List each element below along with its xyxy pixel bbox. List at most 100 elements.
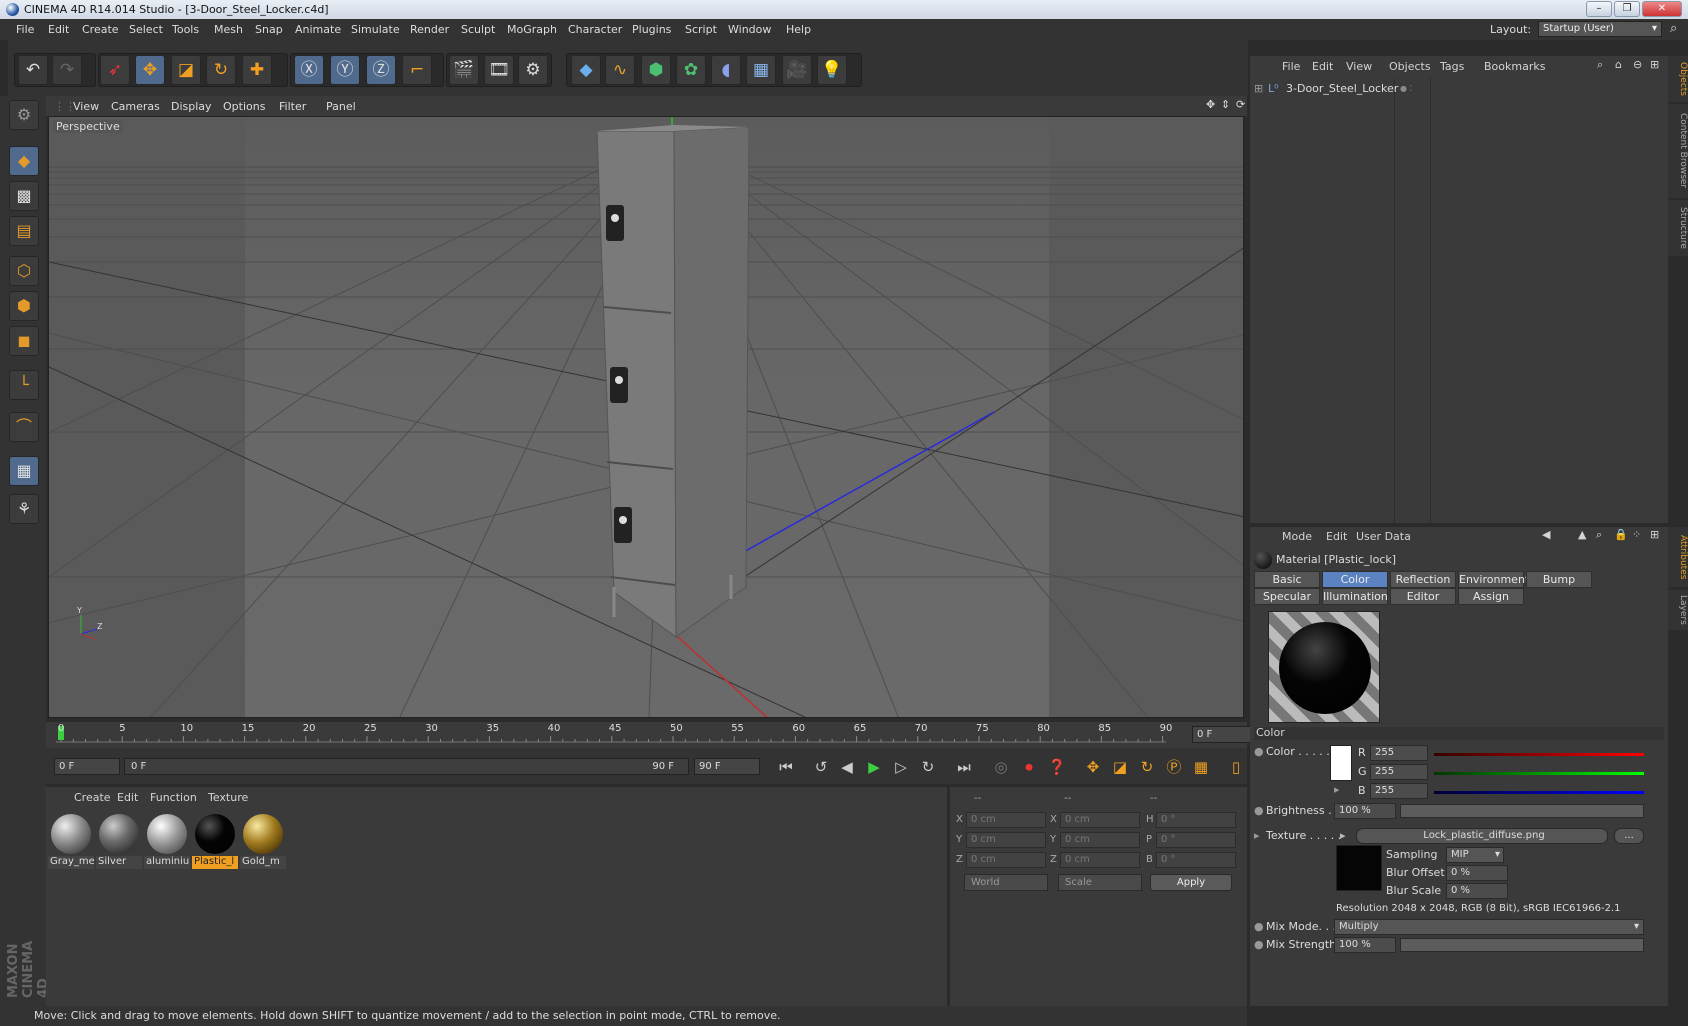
render-view-icon[interactable]: 🎬 xyxy=(449,55,479,85)
scale-tool-icon[interactable]: ◪ xyxy=(171,55,201,85)
light-icon[interactable]: 💡 xyxy=(817,55,847,85)
tab-environment[interactable]: Environment xyxy=(1458,571,1529,588)
menu-tools[interactable]: Tools xyxy=(172,23,199,36)
coord-field[interactable]: 0 cm xyxy=(1060,852,1140,868)
menu-snap[interactable]: Snap xyxy=(255,23,283,36)
coord-field[interactable]: 0 cm xyxy=(1060,812,1140,828)
menu-mesh[interactable]: Mesh xyxy=(214,23,243,36)
mix-mode-dropdown[interactable]: Multiply ▾ xyxy=(1334,919,1644,935)
coord-mode-dropdown[interactable]: Scale xyxy=(1058,874,1142,891)
attr-menu-user-data[interactable]: User Data xyxy=(1356,530,1411,543)
undo-icon[interactable]: ↶ xyxy=(18,55,48,85)
material-menu-edit[interactable]: Edit xyxy=(117,791,138,804)
workplane-icon[interactable]: ▤ xyxy=(9,216,39,246)
live-selection-icon[interactable]: ➶ xyxy=(100,55,130,85)
prev-key-icon[interactable]: ↺ xyxy=(808,755,834,779)
start-frame-field[interactable]: 0 F xyxy=(54,758,120,775)
tab-illumination[interactable]: Illumination xyxy=(1322,588,1388,605)
coord-space-dropdown[interactable]: World xyxy=(964,874,1048,891)
timeline-ruler[interactable]: 0 5 10 15 20 25 30 35 40 45 50 55 60 65 70 75 80 85 90 0 F xyxy=(46,722,1256,748)
menu-mograph[interactable]: MoGraph xyxy=(507,23,557,36)
viewport-menu-display[interactable]: Display xyxy=(171,100,212,113)
viewport-menu-cameras[interactable]: Cameras xyxy=(111,100,160,113)
mix-strength-slider[interactable] xyxy=(1400,938,1644,952)
tab-basic[interactable]: Basic xyxy=(1254,571,1320,588)
brightness-slider[interactable] xyxy=(1400,804,1644,818)
menu-create[interactable]: Create xyxy=(82,23,119,36)
coord-field[interactable]: 0 cm xyxy=(966,852,1046,868)
back-arrow-icon[interactable]: ◀ xyxy=(1542,528,1550,541)
menu-animate[interactable]: Animate xyxy=(295,23,341,36)
objects-menu-objects[interactable]: Objects xyxy=(1389,60,1431,73)
snap-icon[interactable]: ▦ xyxy=(9,456,39,486)
rotate-tool-icon[interactable]: ↻ xyxy=(206,55,236,85)
search-icon[interactable]: ⌕ xyxy=(1597,58,1603,72)
z-axis-lock-icon[interactable]: Ⓩ xyxy=(366,55,396,85)
3d-viewport[interactable]: Y Z Perspective xyxy=(48,116,1244,718)
autokey-icon[interactable]: ❓ xyxy=(1044,755,1070,779)
objects-menu-view[interactable]: View xyxy=(1346,60,1372,73)
key-pla-icon[interactable]: ▦ xyxy=(1188,755,1214,779)
keyframe-selection-icon[interactable]: ◎ xyxy=(988,755,1014,779)
array-icon[interactable]: ✿ xyxy=(676,55,706,85)
texture-browse-button[interactable]: ... xyxy=(1614,828,1644,844)
viewport-rotate-icon[interactable]: ⟳ xyxy=(1236,98,1245,111)
make-editable-icon[interactable]: ⚙ xyxy=(9,100,39,130)
timeline-layout-icon[interactable]: ▯ xyxy=(1223,755,1249,779)
objects-menu-bookmarks[interactable]: Bookmarks xyxy=(1484,60,1545,73)
prev-frame-icon[interactable]: ◀ xyxy=(834,755,860,779)
key-rotation-icon[interactable]: ↻ xyxy=(1134,755,1160,779)
material-swatch[interactable]: aluminiu xyxy=(144,812,190,870)
key-scale-icon[interactable]: ◪ xyxy=(1107,755,1133,779)
menu-character[interactable]: Character xyxy=(568,23,622,36)
side-tab-structure[interactable]: Structure xyxy=(1668,200,1688,256)
coord-field[interactable]: 0 cm xyxy=(1060,832,1140,848)
render-picture-viewer-icon[interactable]: 🎞 xyxy=(484,55,514,85)
menu-file[interactable]: File xyxy=(16,23,34,36)
render-settings-icon[interactable]: ⚙ xyxy=(518,55,548,85)
viewport-menu-options[interactable]: Options xyxy=(223,100,265,113)
collapse-icon[interactable]: ⊖ xyxy=(1633,58,1642,71)
viewport-menu-panel[interactable]: Panel xyxy=(326,100,356,113)
search-icon[interactable]: ⌕ xyxy=(1596,528,1602,542)
search-icon[interactable]: ⌕ xyxy=(1670,21,1677,36)
lock-workplane-icon[interactable]: ⚘ xyxy=(9,494,39,524)
range-slider[interactable]: 0 F 90 F xyxy=(124,758,689,775)
b-slider[interactable] xyxy=(1434,791,1644,794)
goto-start-icon[interactable]: ⏮ xyxy=(773,755,799,779)
expand-icon[interactable]: ⊞ xyxy=(1254,82,1263,95)
menu-plugins[interactable]: Plugins xyxy=(632,23,671,36)
material-swatch[interactable]: Gray_me xyxy=(48,812,94,870)
blur-scale-field[interactable]: 0 % xyxy=(1446,883,1508,899)
tab-specular[interactable]: Specular xyxy=(1254,588,1320,605)
current-frame-field[interactable]: 0 F xyxy=(1192,726,1256,743)
texture-mode-icon[interactable]: ▩ xyxy=(9,181,39,211)
brightness-field[interactable]: 100 % xyxy=(1334,803,1396,819)
menu-simulate[interactable]: Simulate xyxy=(351,23,400,36)
coord-field[interactable]: 0 ° xyxy=(1156,832,1236,848)
cube-object-icon[interactable]: ◆ xyxy=(571,55,601,85)
menu-script[interactable]: Script xyxy=(685,23,717,36)
attr-menu-mode[interactable]: Mode xyxy=(1282,530,1312,543)
texture-file-button[interactable]: Lock_plastic_diffuse.png xyxy=(1356,828,1608,844)
menu-render[interactable]: Render xyxy=(410,23,449,36)
close-button[interactable]: ✕ xyxy=(1642,1,1682,17)
polygons-mode-icon[interactable]: ◼ xyxy=(9,326,39,356)
redo-icon[interactable]: ↷ xyxy=(52,55,82,85)
coord-field[interactable]: 0 cm xyxy=(966,832,1046,848)
mix-strength-field[interactable]: 100 % xyxy=(1334,937,1396,953)
apply-button[interactable]: Apply xyxy=(1150,874,1232,891)
new-panel-icon[interactable]: ⊞ xyxy=(1650,58,1659,71)
tab-editor[interactable]: Editor xyxy=(1390,588,1456,605)
key-position-icon[interactable]: ✥ xyxy=(1080,755,1106,779)
objects-menu-file[interactable]: File xyxy=(1282,60,1300,73)
new-panel-icon[interactable]: ⊞ xyxy=(1650,528,1659,541)
material-swatch-selected[interactable]: Plastic_l xyxy=(192,812,238,870)
next-frame-icon[interactable]: ▷ xyxy=(888,755,914,779)
menu-window[interactable]: Window xyxy=(728,23,771,36)
coord-field[interactable]: 0 cm xyxy=(966,812,1046,828)
tweak-mode-icon[interactable]: ⌒ xyxy=(9,412,39,442)
key-parameter-icon[interactable]: Ⓟ xyxy=(1161,755,1187,779)
side-tab-objects[interactable]: Objects xyxy=(1668,56,1688,102)
g-slider[interactable] xyxy=(1434,772,1644,775)
